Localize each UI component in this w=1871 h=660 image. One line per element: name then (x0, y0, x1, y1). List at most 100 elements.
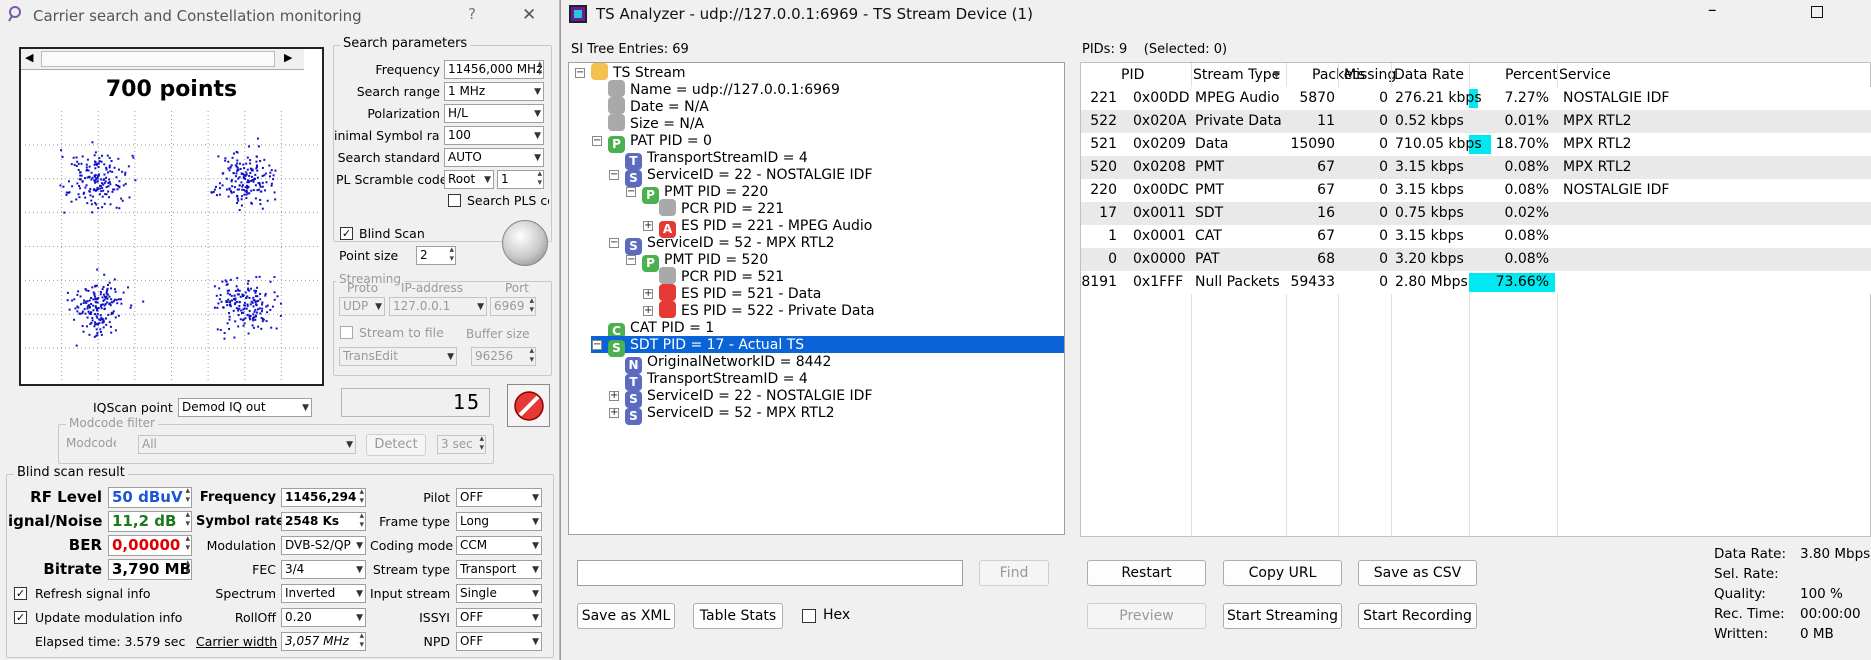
si-tree[interactable]: − TS Stream Name = udp://127.0.0.1:6969 Dat… (568, 62, 1065, 535)
copy-url-button[interactable]: Copy URL (1223, 560, 1342, 586)
table-row[interactable]: 8191 0x1FFF Null Packets 59433 0 2.80 Mbps 73.… (1081, 271, 1871, 294)
polarization-select[interactable]: H/L (444, 104, 544, 123)
min-symbol-rate-select[interactable]: 100 (444, 126, 544, 145)
collapse-icon[interactable]: − (575, 68, 585, 78)
expand-icon[interactable]: + (643, 306, 653, 316)
spectrum-select[interactable]: Inverted (281, 584, 366, 603)
rolloff-select[interactable]: 0.20 (281, 608, 366, 627)
input-stream-select[interactable]: Single (456, 584, 542, 603)
fec-select[interactable]: 3/4 (281, 560, 366, 579)
save-as-csv-button[interactable]: Save as CSV (1358, 560, 1477, 586)
column-header[interactable]: PID (1121, 63, 1144, 87)
collapse-icon[interactable]: − (626, 187, 636, 197)
blind-scan-checkbox[interactable]: ✓ (340, 227, 353, 240)
coding-mode-select[interactable]: CCM (456, 536, 542, 555)
scroll-thumb[interactable] (41, 51, 275, 67)
collapse-icon[interactable]: − (626, 255, 636, 265)
iq-point (261, 175, 264, 178)
save-as-xml-button[interactable]: Save as XML (577, 603, 675, 629)
refresh-signal-checkbox[interactable]: ✓ (14, 587, 27, 600)
search-range-select[interactable]: 1 MHz (444, 82, 544, 101)
modcode-select[interactable]: All (138, 435, 356, 454)
table-row[interactable]: 521 0x0209 Data 15090 0 710.05 kbps 18.70% MPX … (1081, 133, 1871, 156)
column-header[interactable]: Missing (1344, 63, 1396, 87)
table-stats-button[interactable]: Table Stats (693, 603, 783, 629)
carrier-width-label[interactable]: Carrier width (196, 634, 277, 649)
table-row[interactable]: 520 0x0208 PMT 67 0 3.15 kbps 0.08% MPX RTL2 (1081, 156, 1871, 179)
update-modulation-checkbox[interactable]: ✓ (14, 611, 27, 624)
collapse-icon[interactable]: − (592, 136, 602, 146)
port-input[interactable]: 6969 (490, 297, 536, 316)
hex-checkbox[interactable] (802, 609, 816, 623)
stream-to-file-checkbox[interactable] (340, 326, 353, 339)
collapse-icon[interactable]: − (609, 238, 619, 248)
iq-point (108, 295, 111, 298)
table-row[interactable]: 522 0x020A Private Data 11 0 0.52 kbps 0.01% MP… (1081, 110, 1871, 133)
iq-point (242, 324, 245, 327)
proto-select[interactable]: UDP (339, 297, 385, 316)
column-header[interactable]: Service (1559, 63, 1611, 87)
pl-scramble-value-input[interactable]: 1 (497, 170, 544, 189)
iq-point (239, 168, 242, 171)
iq-point (227, 195, 230, 198)
pl-scramble-mode-select[interactable]: Root (444, 170, 494, 189)
iq-point (110, 331, 113, 334)
logo-icon[interactable] (502, 220, 548, 266)
pid-hex: 0x1FFF (1133, 274, 1184, 290)
search-pls-checkbox[interactable] (448, 194, 461, 207)
scroll-left-icon[interactable]: ◀ (25, 51, 33, 64)
preview-button[interactable]: Preview (1087, 603, 1206, 629)
point-size-input[interactable]: 2 (416, 246, 456, 265)
column-header[interactable]: Data Rate (1394, 63, 1464, 87)
table-row[interactable]: 17 0x0011 SDT 16 0 0.75 kbps 0.02% (1081, 202, 1871, 225)
iq-point (248, 316, 251, 319)
maximize-icon[interactable] (1811, 6, 1823, 18)
file-format-select[interactable]: TransEdit (339, 347, 457, 366)
expand-icon[interactable]: + (643, 289, 653, 299)
modulation-select[interactable]: DVB-S2/QP (281, 536, 366, 555)
npd-select[interactable]: OFF (456, 632, 542, 651)
expand-icon[interactable]: + (609, 408, 619, 418)
buffer-size-input[interactable]: 96256 (471, 347, 536, 366)
column-header[interactable]: Stream Type (1193, 63, 1280, 87)
iq-point (87, 169, 90, 172)
column-header[interactable]: Percent (1505, 63, 1558, 87)
search-standard-select[interactable]: AUTO (444, 148, 544, 167)
issyi-select[interactable]: OFF (456, 608, 542, 627)
expand-icon[interactable]: + (609, 391, 619, 401)
pid-table[interactable]: PIDStream TypePacketsMissingData RatePer… (1080, 62, 1871, 538)
start-recording-button[interactable]: Start Recording (1358, 603, 1477, 629)
table-row[interactable]: 221 0x00DD MPEG Audio 5870 0 276.21 kbps 7.27%… (1081, 87, 1871, 110)
frame-type-select[interactable]: Long (456, 512, 542, 531)
node-type-icon (659, 284, 676, 301)
collapse-icon[interactable]: − (592, 340, 602, 350)
scroll-right-icon[interactable]: ▶ (284, 51, 292, 64)
detect-button[interactable]: Detect (366, 434, 426, 456)
restart-button[interactable]: Restart (1087, 560, 1206, 586)
close-icon[interactable]: ✕ (522, 5, 536, 25)
collapse-icon[interactable]: − (609, 170, 619, 180)
horizontal-scrollbar[interactable]: ◀ ▶ (21, 49, 304, 70)
expand-icon[interactable]: + (643, 221, 653, 231)
tree-node[interactable]: S ServiceID = 52 - MPX RTL2 (625, 403, 835, 425)
iq-point (228, 188, 231, 191)
minimize-icon[interactable]: – (1708, 0, 1717, 20)
detect-seconds-input[interactable]: 3 sec (437, 435, 486, 454)
table-row[interactable]: 220 0x00DC PMT 67 0 3.15 kbps 0.08% NOSTALGIE I… (1081, 179, 1871, 202)
modulation-label: Modulation (206, 538, 276, 553)
frequency-input[interactable]: 11456,000 MHz (444, 60, 544, 79)
table-row[interactable]: 0 0x0000 PAT 68 0 3.20 kbps 0.08% (1081, 248, 1871, 271)
start-streaming-button[interactable]: Start Streaming (1223, 603, 1342, 629)
iq-point (215, 294, 218, 297)
stream-type-select[interactable]: Transport (456, 560, 542, 579)
help-button[interactable]: ? (468, 5, 476, 23)
stop-button[interactable] (507, 384, 550, 427)
find-input[interactable] (577, 560, 963, 586)
iqscan-select[interactable]: Demod IQ out (178, 398, 312, 417)
table-row[interactable]: 1 0x0001 CAT 67 0 3.15 kbps 0.08% (1081, 225, 1871, 248)
iq-point (100, 307, 103, 310)
pilot-select[interactable]: OFF (456, 488, 542, 507)
ip-address-select[interactable]: 127.0.0.1 (389, 297, 487, 316)
find-button[interactable]: Find (979, 560, 1049, 586)
iq-point (70, 163, 73, 166)
